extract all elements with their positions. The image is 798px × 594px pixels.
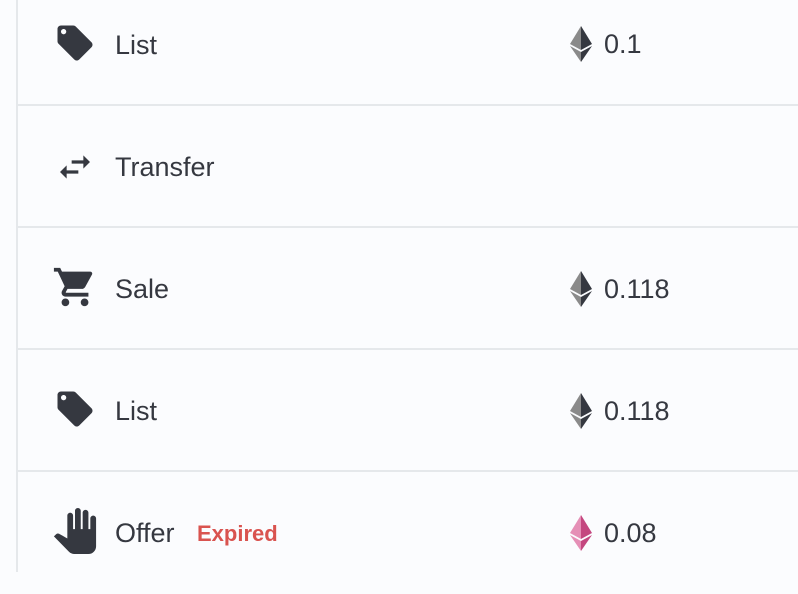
event-label: Offer [115, 518, 175, 548]
event-label: List [115, 396, 158, 426]
expired-badge: Expired [197, 521, 278, 546]
price-cell: 0.1 [570, 24, 642, 64]
table-row[interactable]: List 0.118 [18, 350, 798, 472]
eth-icon [570, 26, 592, 62]
price-cell: 0.118 [570, 391, 670, 431]
tag-icon [52, 20, 98, 66]
table-row[interactable]: Offer Expired 0.08 [18, 472, 798, 594]
price-value: 0.08 [604, 517, 657, 548]
weth-icon [570, 515, 592, 551]
transfer-arrows-icon [52, 144, 98, 190]
price-value: 0.118 [604, 273, 670, 304]
event-label: Transfer [115, 152, 215, 182]
table-row[interactable]: Transfer [18, 106, 798, 228]
event-label: Sale [115, 274, 170, 304]
price-cell: 0.08 [570, 513, 657, 553]
price-value: 0.1 [604, 28, 642, 59]
eth-icon [570, 393, 592, 429]
tag-icon [52, 386, 98, 432]
eth-icon [570, 271, 592, 307]
shopping-cart-icon [52, 264, 98, 310]
table-row[interactable]: Sale 0.118 [18, 228, 798, 350]
item-activity-table: List 0.1 Transfer Sale 0.118 List 0.118 … [16, 0, 798, 572]
table-row[interactable]: List 0.1 [18, 0, 798, 106]
price-value: 0.118 [604, 395, 670, 426]
event-label: List [115, 30, 158, 60]
price-cell: 0.118 [570, 269, 670, 309]
hand-icon [52, 508, 98, 554]
